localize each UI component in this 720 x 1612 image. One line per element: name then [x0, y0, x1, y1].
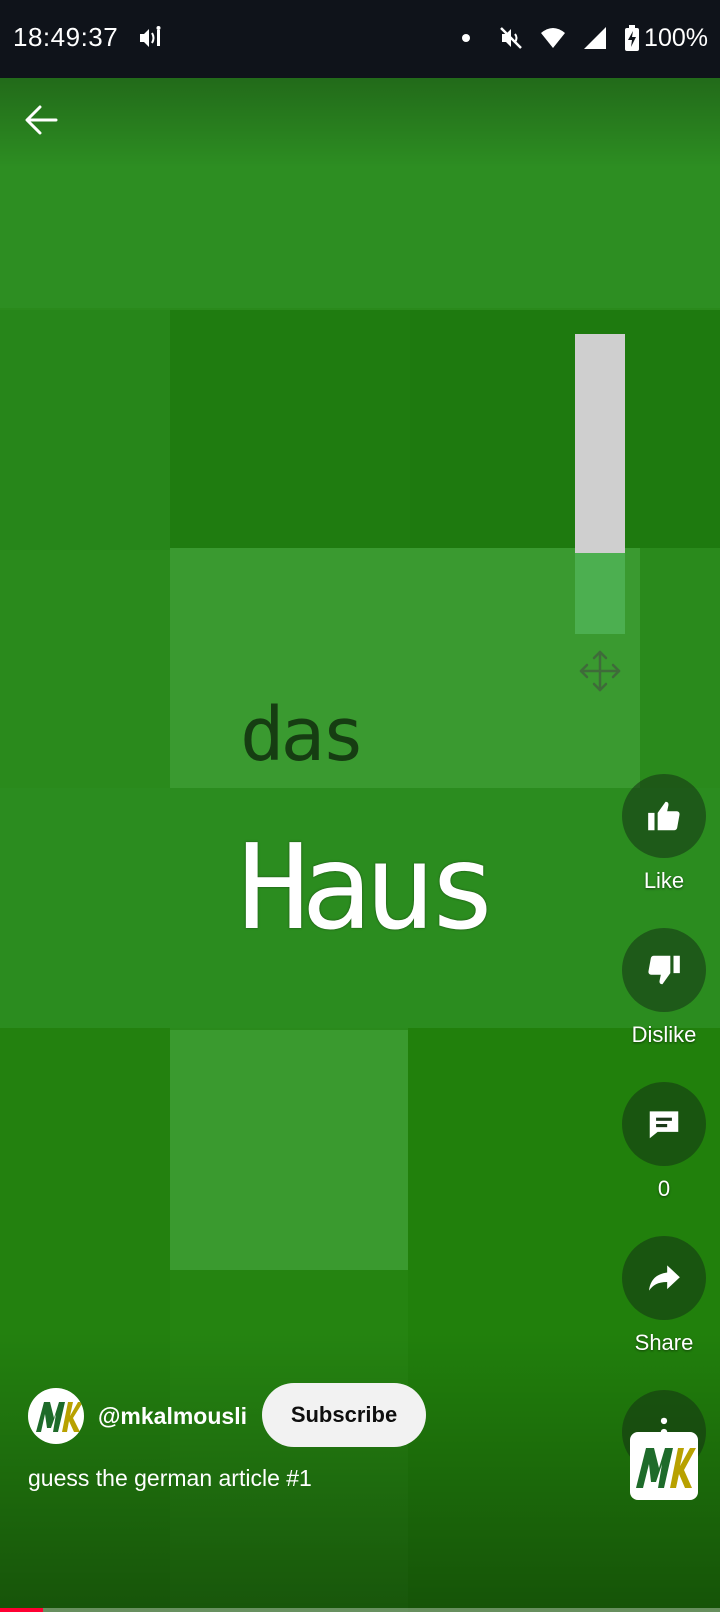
channel-logo-icon — [36, 1402, 83, 1432]
comment-icon — [649, 1111, 679, 1139]
battery-percent: 100% — [644, 23, 708, 52]
article-meter-fill — [575, 553, 625, 634]
move-arrows-icon — [579, 650, 621, 692]
video-progress-bar[interactable] — [0, 1608, 720, 1612]
channel-avatar[interactable] — [28, 1388, 84, 1444]
video-background-block — [0, 310, 170, 550]
video-player[interactable]: das Haus Like Dislike 0 Share @mkalmousl… — [0, 78, 720, 1612]
article-meter — [575, 334, 625, 634]
dislike-button[interactable]: Dislike — [622, 928, 706, 1048]
status-bar: 18:49:37 100% — [0, 0, 720, 78]
like-label: Like — [643, 868, 685, 893]
like-button[interactable]: Like — [622, 774, 706, 894]
channel-logo-icon — [636, 1448, 696, 1488]
notification-dot-icon — [462, 34, 471, 42]
noun-word: Haus — [238, 818, 498, 956]
battery-charging-icon — [625, 25, 640, 51]
sound-thumbnail[interactable] — [630, 1432, 698, 1500]
video-background-block — [170, 1030, 408, 1270]
video-caption[interactable]: guess the german article #1 — [28, 1465, 312, 1492]
dislike-label: Dislike — [631, 1022, 697, 1047]
article-word: das — [240, 692, 366, 778]
status-time: 18:49:37 — [13, 22, 119, 52]
share-button[interactable]: Share — [622, 1236, 706, 1356]
video-background-block — [170, 310, 410, 548]
channel-handle[interactable]: @mkalmousli — [98, 1403, 247, 1430]
back-arrow-icon[interactable] — [18, 96, 66, 144]
cell-signal-icon — [584, 27, 607, 49]
thumbs-down-icon — [648, 955, 680, 985]
share-arrow-icon — [648, 1265, 680, 1291]
comments-count: 0 — [657, 1176, 671, 1201]
thumbs-up-icon — [648, 801, 680, 831]
wifi-icon — [541, 28, 566, 48]
subscribe-button[interactable]: Subscribe — [262, 1383, 426, 1447]
video-progress-fill — [0, 1608, 44, 1612]
media-cast-icon — [140, 26, 161, 47]
share-label: Share — [634, 1330, 694, 1355]
comments-button[interactable]: 0 — [622, 1082, 706, 1202]
video-background-block — [410, 310, 720, 548]
vibrate-off-icon — [500, 27, 522, 49]
video-top-shade — [0, 78, 720, 168]
